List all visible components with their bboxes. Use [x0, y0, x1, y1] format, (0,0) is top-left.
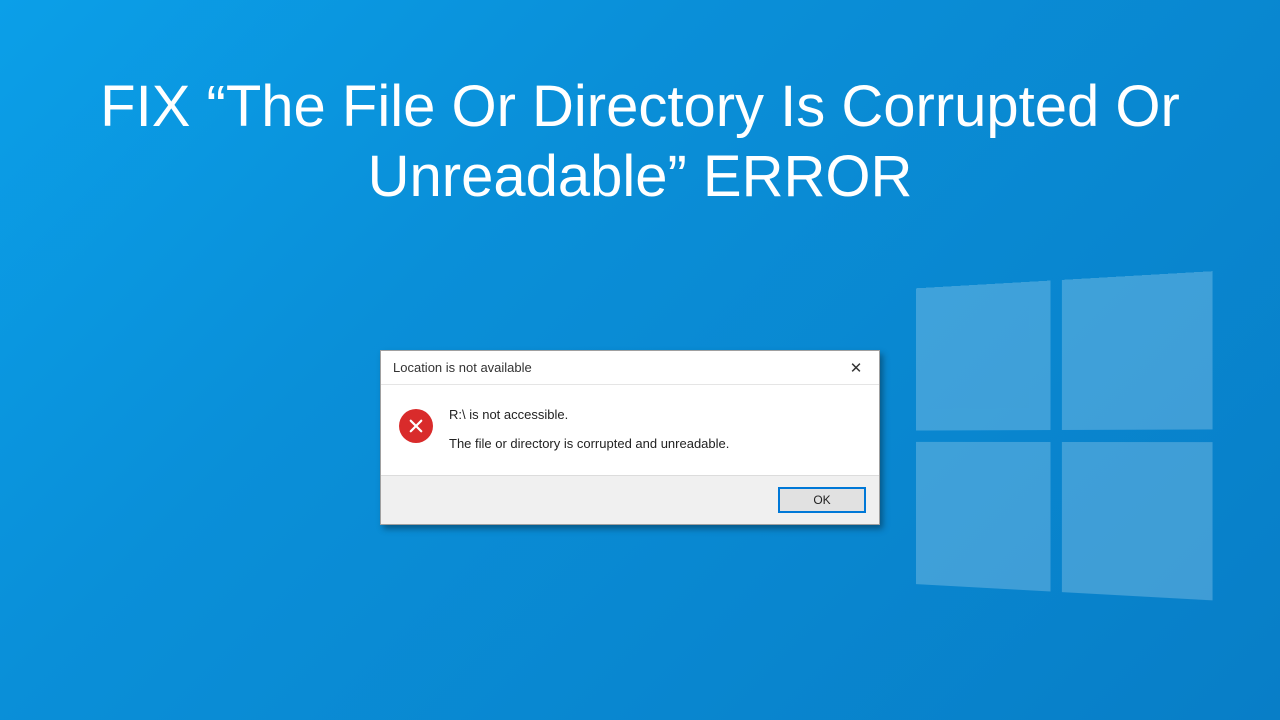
- dialog-footer: OK: [381, 475, 879, 524]
- error-icon: [399, 409, 433, 443]
- dialog-titlebar[interactable]: Location is not available ✕: [381, 351, 879, 385]
- close-icon: ✕: [850, 359, 863, 377]
- ok-button[interactable]: OK: [779, 488, 865, 512]
- ok-button-label: OK: [813, 493, 830, 507]
- message-detail: The file or directory is corrupted and u…: [449, 436, 861, 451]
- dialog-title: Location is not available: [393, 360, 532, 375]
- windows-logo-icon: [916, 271, 1221, 610]
- message-heading: R:\ is not accessible.: [449, 407, 861, 422]
- error-dialog: Location is not available ✕ R:\ is not a…: [380, 350, 880, 525]
- message-block: R:\ is not accessible. The file or direc…: [449, 407, 861, 451]
- dialog-body: R:\ is not accessible. The file or direc…: [381, 385, 879, 475]
- page-headline: FIX “The File Or Directory Is Corrupted …: [0, 72, 1280, 211]
- close-button[interactable]: ✕: [841, 357, 871, 379]
